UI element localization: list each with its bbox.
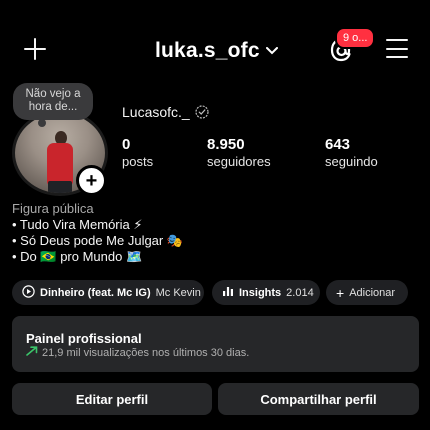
avatar-photo-legs bbox=[48, 181, 72, 193]
bio-line: • Tudo Vira Memória ⚡ bbox=[12, 217, 143, 232]
account-switcher[interactable]: luka.s_ofc bbox=[155, 37, 280, 65]
full-name: Lucasofc._ bbox=[122, 104, 190, 120]
stat-posts[interactable]: 0 posts bbox=[122, 136, 153, 170]
music-chip[interactable]: Dinheiro (feat. Mc IG) Mc Kevin bbox=[12, 280, 204, 305]
edit-profile-button[interactable]: Editar perfil bbox=[12, 383, 212, 415]
stat-label: posts bbox=[122, 154, 154, 169]
add-chip[interactable]: + Adicionar bbox=[326, 280, 408, 305]
share-profile-button[interactable]: Compartilhar perfil bbox=[218, 383, 419, 415]
add-label: Adicionar bbox=[349, 286, 396, 299]
stat-following[interactable]: 643 seguindo bbox=[325, 136, 378, 170]
pro-title: Painel profissional bbox=[26, 331, 142, 346]
play-icon bbox=[22, 284, 35, 301]
stat-value: 0 bbox=[122, 136, 131, 153]
username: luka.s_ofc bbox=[155, 39, 260, 62]
insights-chip[interactable]: Insights 2.014 bbox=[212, 280, 320, 305]
create-plus-icon[interactable] bbox=[22, 36, 48, 62]
pro-subtitle-row: 21,9 mil visualizações nos últimos 30 di… bbox=[26, 346, 249, 359]
pro-subtitle: 21,9 mil visualizações nos últimos 30 di… bbox=[42, 346, 250, 359]
note-bubble[interactable]: Não vejo a hora de... bbox=[13, 83, 93, 120]
chevron-down-icon bbox=[265, 44, 280, 58]
notification-badge: 9 o... bbox=[335, 27, 376, 49]
insights-value: 2.014 bbox=[286, 286, 314, 299]
trend-up-icon bbox=[26, 346, 38, 359]
note-bubble-tail bbox=[38, 119, 46, 127]
professional-dashboard[interactable]: Painel profissional 21,9 mil visualizaçõ… bbox=[12, 316, 419, 372]
stat-label: seguidores bbox=[207, 154, 271, 169]
stat-followers[interactable]: 8.950 seguidores bbox=[207, 136, 271, 170]
avatar-photo-shirt bbox=[47, 143, 73, 185]
stat-value: 8.950 bbox=[207, 136, 245, 153]
insights-label: Insights bbox=[239, 286, 282, 299]
stat-value: 643 bbox=[325, 136, 351, 153]
full-name-row: Lucasofc._ bbox=[122, 104, 209, 120]
bio-line: • Só Deus pode Me Julgar 🎭 bbox=[12, 233, 184, 248]
music-title: Dinheiro (feat. Mc IG) bbox=[40, 286, 151, 299]
menu-icon[interactable] bbox=[386, 39, 408, 59]
threads-at-icon[interactable] bbox=[195, 105, 209, 119]
category-label: Figura pública bbox=[12, 201, 94, 216]
plus-icon: + bbox=[336, 284, 345, 301]
stat-label: seguindo bbox=[325, 154, 378, 169]
bar-chart-icon bbox=[222, 285, 234, 300]
add-story-plus-icon[interactable]: + bbox=[76, 165, 107, 196]
music-artist: Mc Kevin bbox=[155, 286, 201, 299]
bio-line: • Do 🇧🇷 pro Mundo 🗺️ bbox=[12, 249, 143, 264]
